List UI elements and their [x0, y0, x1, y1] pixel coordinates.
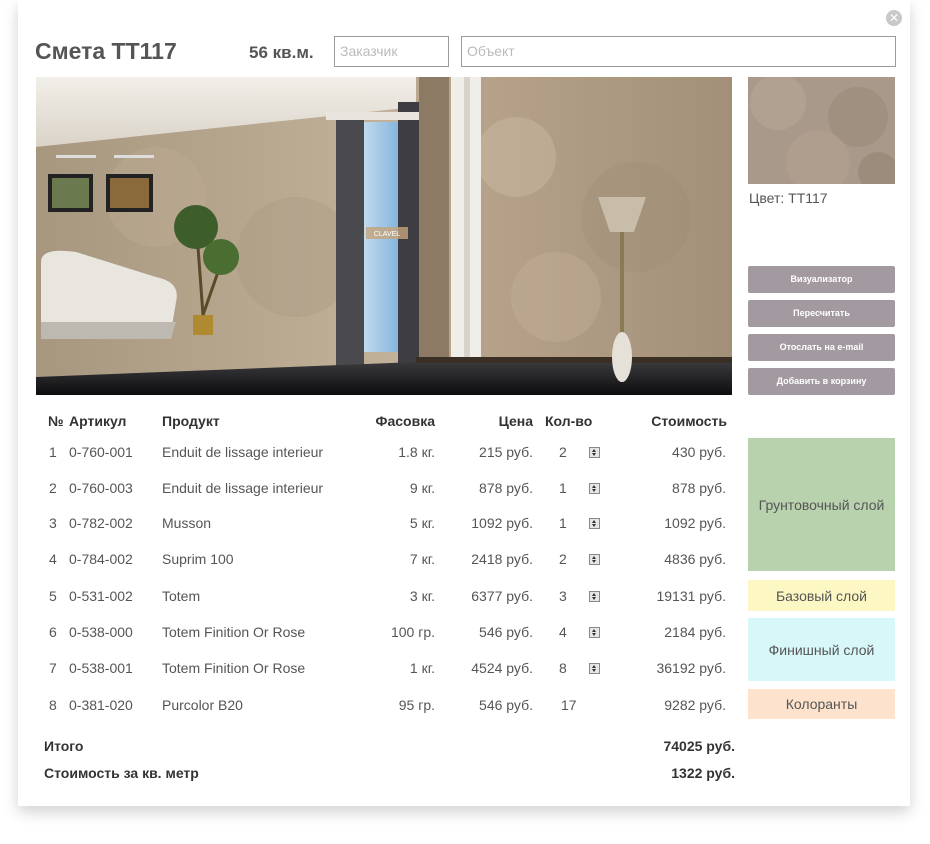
row-num: 8	[49, 697, 57, 713]
row-product: Totem	[162, 588, 201, 604]
qty-stepper-icon[interactable]	[589, 663, 600, 674]
send-email-button[interactable]: Отослать на e-mail	[748, 334, 895, 361]
row-cost: 878 руб.	[672, 480, 726, 496]
qty-stepper-icon[interactable]	[589, 518, 600, 529]
add-to-cart-button[interactable]: Добавить в корзину	[748, 368, 895, 395]
row-qty[interactable]: 1	[559, 515, 567, 531]
row-price: 2418 руб.	[471, 551, 533, 567]
layer-primer: Грунтовочный слой	[748, 438, 895, 571]
row-cost: 4836 руб.	[664, 551, 726, 567]
row-article: 0-760-003	[69, 480, 133, 496]
row-article: 0-782-002	[69, 515, 133, 531]
qty-stepper-icon[interactable]	[589, 554, 600, 565]
per-sqm-value: 1322 руб.	[671, 765, 735, 781]
color-label: Цвет: TT117	[749, 190, 828, 206]
row-article: 0-538-000	[69, 624, 133, 640]
room-preview-image: CLAVEL	[36, 77, 732, 395]
col-header-product: Продукт	[162, 413, 220, 429]
row-pack: 100 гр.	[390, 624, 435, 640]
row-num: 5	[49, 588, 57, 604]
row-qty[interactable]: 4	[559, 624, 567, 640]
col-header-article: Артикул	[69, 413, 127, 429]
recalculate-button[interactable]: Пересчитать	[748, 300, 895, 327]
object-input[interactable]: Объект	[461, 36, 896, 67]
row-pack: 7 кг.	[409, 551, 435, 567]
area-value: 56 кв.м.	[249, 43, 314, 62]
row-pack: 5 кг.	[409, 515, 435, 531]
qty-stepper-icon[interactable]	[589, 591, 600, 602]
total-label: Итого	[44, 738, 84, 754]
row-product: Suprim 100	[162, 551, 234, 567]
row-qty[interactable]: 2	[559, 444, 567, 460]
page-title: Смета TT117	[35, 38, 177, 64]
row-article: 0-760-001	[69, 444, 133, 460]
visualizer-button[interactable]: Визуализатор	[748, 266, 895, 293]
row-qty: 17	[561, 697, 577, 713]
row-product: Musson	[162, 515, 212, 531]
row-product: Enduit de lissage interieur	[162, 444, 324, 460]
row-num: 7	[49, 660, 57, 676]
row-price: 6377 руб.	[471, 588, 533, 604]
row-product: Totem Finition Or Rose	[162, 660, 306, 676]
row-price: 1092 руб.	[471, 515, 533, 531]
row-price: 215 руб.	[479, 444, 533, 460]
row-product: Totem Finition Or Rose	[162, 624, 306, 640]
qty-stepper-icon[interactable]	[589, 627, 600, 638]
row-article: 0-538-001	[69, 660, 133, 676]
qty-stepper-icon[interactable]	[589, 483, 600, 494]
row-pack: 1 кг.	[409, 660, 435, 676]
col-header-price: Цена	[498, 413, 533, 429]
col-header-pack: Фасовка	[375, 413, 435, 429]
col-header-cost: Стоимость	[651, 413, 727, 429]
row-price: 878 руб.	[479, 480, 533, 496]
col-header-num: №	[48, 413, 64, 429]
row-num: 1	[49, 444, 57, 460]
color-swatch-image	[748, 77, 895, 184]
total-value: 74025 руб.	[663, 738, 735, 754]
row-cost: 1092 руб.	[664, 515, 726, 531]
row-cost: 19131 руб.	[656, 588, 726, 604]
row-pack: 1.8 кг.	[398, 444, 435, 460]
row-qty[interactable]: 2	[559, 551, 567, 567]
row-cost: 2184 руб.	[664, 624, 726, 640]
row-qty[interactable]: 1	[559, 480, 567, 496]
row-qty[interactable]: 3	[559, 588, 567, 604]
row-pack: 95 гр.	[398, 697, 435, 713]
row-article: 0-381-020	[69, 697, 133, 713]
row-cost: 9282 руб.	[664, 697, 726, 713]
row-pack: 3 кг.	[409, 588, 435, 604]
row-cost: 430 руб.	[672, 444, 726, 460]
row-price: 546 руб.	[479, 624, 533, 640]
row-price: 4524 руб.	[471, 660, 533, 676]
qty-stepper-icon[interactable]	[589, 447, 600, 458]
row-product: Enduit de lissage interieur	[162, 480, 324, 496]
per-sqm-label: Стоимость за кв. метр	[44, 765, 199, 781]
customer-input[interactable]: Заказчик	[334, 36, 449, 67]
row-pack: 9 кг.	[409, 480, 435, 496]
row-product: Purcolor B20	[162, 697, 243, 713]
brand-badge: CLAVEL	[374, 231, 400, 238]
row-cost: 36192 руб.	[656, 660, 726, 676]
layer-colorants: Колоранты	[748, 689, 895, 719]
row-price: 546 руб.	[479, 697, 533, 713]
row-num: 6	[49, 624, 57, 640]
row-num: 2	[49, 480, 57, 496]
row-qty[interactable]: 8	[559, 660, 567, 676]
row-num: 3	[49, 515, 57, 531]
layer-base: Базовый слой	[748, 580, 895, 611]
row-article: 0-784-002	[69, 551, 133, 567]
row-article: 0-531-002	[69, 588, 133, 604]
close-icon[interactable]: ✕	[886, 10, 902, 26]
layer-finish: Финишный слой	[748, 618, 895, 681]
row-num: 4	[49, 551, 57, 567]
col-header-qty: Кол-во	[545, 413, 593, 429]
